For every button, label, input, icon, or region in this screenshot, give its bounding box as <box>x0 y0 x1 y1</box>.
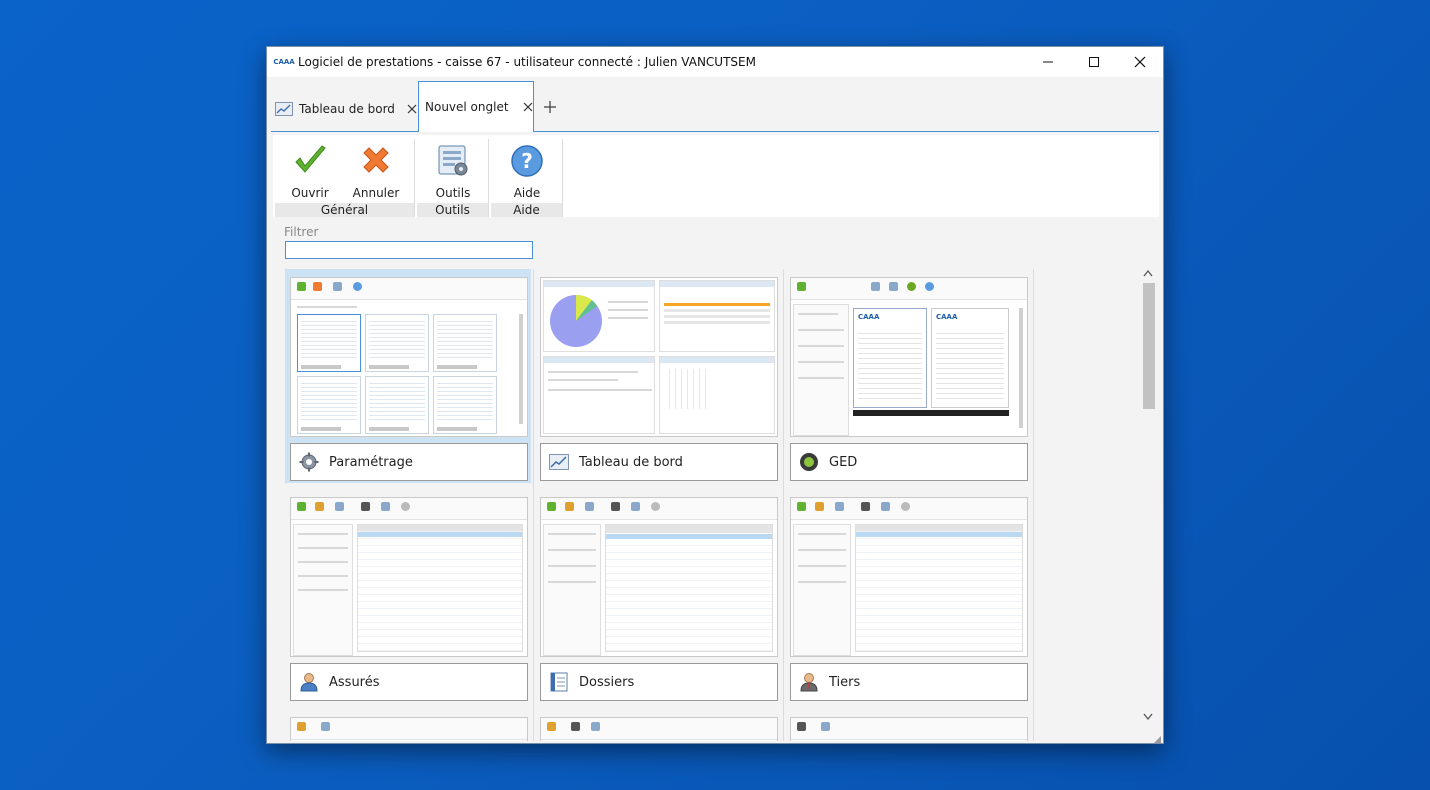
module-card[interactable]: Tableau de bord <box>540 443 778 481</box>
scrollbar-thumb[interactable] <box>1143 283 1155 409</box>
minimize-button[interactable] <box>1025 47 1071 77</box>
help-icon: ? <box>511 145 543 177</box>
module-preview <box>540 277 778 437</box>
filter-label: Filtrer <box>284 225 319 239</box>
close-tab-icon[interactable] <box>523 102 533 112</box>
module-label: Dossiers <box>579 674 635 690</box>
ribbon-group-label: Aide <box>491 203 562 217</box>
module-browser: Filtrer Paramétrage Tableau de bord CAAA… <box>273 217 1159 743</box>
minimize-icon <box>1043 61 1053 63</box>
module-card[interactable]: GED <box>790 443 1028 481</box>
scroll-up-arrow-icon[interactable] <box>1142 269 1154 279</box>
module-preview <box>790 497 1028 657</box>
module-card[interactable]: Paramétrage <box>290 443 528 481</box>
column-divider <box>533 269 534 741</box>
ged-icon <box>800 453 818 471</box>
ribbon-group-label: Général <box>275 203 414 217</box>
module-tile-partial[interactable] <box>785 709 1031 741</box>
scroll-down-arrow-icon[interactable] <box>1142 713 1154 723</box>
title-bar[interactable]: CAAA Logiciel de prestations - caisse 67… <box>267 47 1163 77</box>
ribbon: Ouvrir Annuler Général Outils Outils ? A… <box>273 135 1159 217</box>
module-preview <box>540 497 778 657</box>
window-controls <box>1025 47 1163 77</box>
app-window: CAAA Logiciel de prestations - caisse 67… <box>266 46 1164 744</box>
tools-icon <box>438 145 468 176</box>
close-window-button[interactable] <box>1117 47 1163 77</box>
tab-label: Tableau de bord <box>299 102 395 116</box>
plus-icon <box>544 101 556 113</box>
ouvrir-button[interactable]: Ouvrir <box>281 143 339 200</box>
folder-icon <box>550 672 568 692</box>
filter-input[interactable] <box>285 241 533 259</box>
resize-grip-icon[interactable] <box>1151 731 1161 743</box>
vertical-scrollbar[interactable] <box>1139 269 1157 723</box>
maximize-button[interactable] <box>1071 47 1117 77</box>
module-tile-partial[interactable] <box>535 709 781 741</box>
column-divider <box>1033 269 1034 741</box>
tab-tableau-de-bord[interactable]: Tableau de bord <box>275 91 417 127</box>
third-party-icon <box>800 673 818 692</box>
module-label: Assurés <box>329 674 380 690</box>
module-tile-tableau-de-bord[interactable]: Tableau de bord <box>535 269 781 483</box>
module-tile-ged[interactable]: CAAA CAAA GED <box>785 269 1031 483</box>
ribbon-group-general: Ouvrir Annuler Général <box>275 139 415 217</box>
svg-text:?: ? <box>521 149 533 173</box>
aide-button[interactable]: ? Aide <box>498 143 556 200</box>
close-icon <box>1134 56 1146 68</box>
dashboard-icon <box>275 102 293 116</box>
close-tab-icon[interactable] <box>407 104 417 114</box>
ribbon-group-outils: Outils Outils <box>417 139 489 217</box>
module-preview <box>290 277 528 437</box>
tab-strip: Tableau de bord Nouvel onglet <box>267 77 1163 133</box>
annuler-button[interactable]: Annuler <box>347 143 405 200</box>
tab-label: Nouvel onglet <box>425 100 509 114</box>
module-label: Tiers <box>829 674 861 690</box>
ribbon-group-label: Outils <box>417 203 488 217</box>
module-preview: CAAA CAAA <box>790 277 1028 437</box>
column-divider <box>783 269 784 741</box>
add-tab-button[interactable] <box>543 99 559 115</box>
gear-icon <box>299 452 319 472</box>
tab-nouvel-onglet[interactable]: Nouvel onglet <box>418 81 534 132</box>
maximize-icon <box>1089 57 1099 67</box>
checkmark-icon <box>295 145 326 173</box>
ribbon-group-aide: ? Aide Aide <box>491 139 563 217</box>
module-tile-dossiers[interactable]: Dossiers <box>535 489 781 703</box>
cancel-x-icon <box>363 147 389 173</box>
module-tile-partial[interactable] <box>285 709 531 741</box>
module-card[interactable]: Dossiers <box>540 663 778 701</box>
dashboard-icon <box>549 454 569 470</box>
module-label: Tableau de bord <box>579 454 683 470</box>
user-icon <box>300 673 318 692</box>
module-grid: Paramétrage Tableau de bord CAAA CAAA GE… <box>285 269 1033 741</box>
module-label: Paramétrage <box>329 454 413 470</box>
window-title: Logiciel de prestations - caisse 67 - ut… <box>298 55 756 69</box>
tab-strip-underline <box>271 131 1159 132</box>
module-card[interactable]: Assurés <box>290 663 528 701</box>
module-preview <box>290 497 528 657</box>
module-label: GED <box>829 454 858 470</box>
app-logo: CAAA <box>273 58 295 66</box>
module-tile-parametrage[interactable]: Paramétrage <box>285 269 531 483</box>
outils-button[interactable]: Outils <box>424 143 482 200</box>
module-card[interactable]: Tiers <box>790 663 1028 701</box>
module-tile-tiers[interactable]: Tiers <box>785 489 1031 703</box>
module-tile-assures[interactable]: Assurés <box>285 489 531 703</box>
